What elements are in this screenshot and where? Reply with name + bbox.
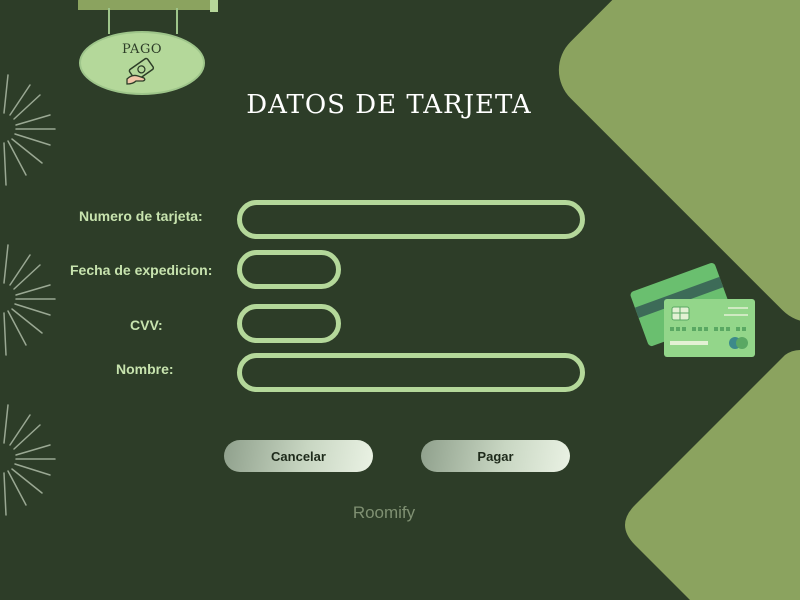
card-number-field[interactable] bbox=[237, 200, 585, 239]
payment-sign: PAGO bbox=[79, 31, 205, 95]
credit-cards-illustration bbox=[630, 263, 755, 357]
sign-label: PAGO bbox=[122, 42, 162, 57]
sign-bar-end bbox=[210, 0, 218, 12]
sunburst-decoration bbox=[3, 74, 56, 516]
cancel-button[interactable]: Cancelar bbox=[224, 440, 373, 472]
decorative-shape-bottom bbox=[625, 350, 800, 600]
issue-date-label: Fecha de expedicion: bbox=[70, 262, 213, 278]
cvv-label: CVV: bbox=[130, 317, 163, 333]
page-title: DATOS DE TARJETA bbox=[246, 90, 532, 120]
cvv-field[interactable] bbox=[237, 304, 341, 343]
sign-bar bbox=[78, 0, 218, 10]
issue-date-field[interactable] bbox=[237, 250, 341, 289]
brand-footer: Roomify bbox=[352, 503, 416, 522]
sign-chain-left bbox=[108, 8, 110, 34]
name-label: Nombre: bbox=[116, 361, 174, 377]
pay-button[interactable]: Pagar bbox=[421, 440, 570, 472]
name-field[interactable] bbox=[237, 353, 585, 392]
sign-chain-right bbox=[176, 8, 178, 34]
card-number-label: Numero de tarjeta: bbox=[79, 208, 203, 224]
money-hand-icon bbox=[126, 57, 155, 85]
